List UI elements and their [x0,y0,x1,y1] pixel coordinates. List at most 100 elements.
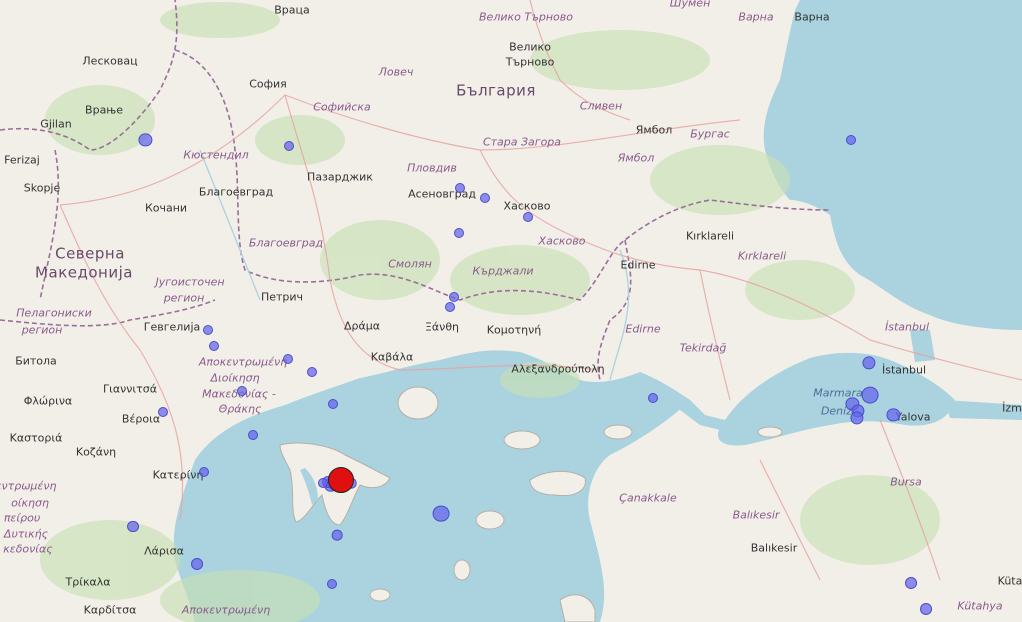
earthquake-marker[interactable] [920,603,933,615]
map-label-region: Kütahya [957,599,1003,613]
earthquake-marker[interactable] [327,398,338,409]
map-label-region: εντρωμένη [0,479,57,493]
earthquake-marker[interactable] [522,211,533,222]
earthquake-marker[interactable] [331,529,343,541]
earthquake-marker[interactable] [326,579,337,590]
earthquake-marker[interactable] [455,183,466,194]
earthquake-marker[interactable] [444,301,455,312]
map-label-region: Пелагониски [16,306,92,320]
map-label-city: Βέροια [121,412,161,426]
earthquake-marker[interactable] [199,466,210,477]
map-label-city: Ямбол [635,123,673,137]
map-label-region: Велико Търново [479,10,573,24]
earthquake-marker[interactable] [237,385,248,396]
map-label-country: Северна [55,244,125,263]
map-label-city: Καστοριά [9,431,63,445]
map-label-city: Лесковац [82,54,138,68]
map-label-region: Ловеч [378,65,414,79]
map-label-region: Сливен [579,99,623,113]
earthquake-marker[interactable] [318,478,329,489]
map-view[interactable]: Враца Велико Търново Шумен Варна Варна Лесков… [0,0,1022,622]
map-label-region: Kırklareli [737,249,787,263]
map-label-city: İstanbul [881,363,927,377]
map-label-region: Αποκεντρωμένη [181,603,271,617]
map-label-city: Κοζάνη [75,445,117,459]
map-label-region: Αποκεντρωμένη [198,355,288,369]
map-label-city: Ferizaj [4,153,40,167]
map-label-country: България [456,81,536,100]
map-label-region: Благоевград [248,236,324,250]
earthquake-marker[interactable] [905,576,918,589]
map-label-region: Хасково [538,234,586,248]
earthquake-marker[interactable] [158,407,169,418]
map-label-city: Враца [274,3,310,17]
map-label-city: Τρίκαλα [65,575,111,589]
map-label-city: Καρδίτσα [83,603,137,617]
earthquake-marker[interactable] [433,505,450,522]
map-label-region: Стара Загора [482,135,562,149]
map-label-region: Кюстендил [183,148,249,162]
map-label-region: Διοίκηση [210,371,260,385]
map-label-city: Търново [505,55,555,69]
map-label-city: Велико [509,40,551,54]
map-label-city: Γιαννιτσά [103,382,157,396]
map-label-region: Tekirdağ [679,341,727,355]
map-label-region: Edirne [625,322,661,336]
earthquake-marker[interactable] [126,520,139,533]
map-label-city: Битола [15,354,57,368]
earthquake-marker[interactable] [449,291,460,302]
map-label-region: Смолян [388,257,432,271]
map-label-city: Пазарджик [307,170,373,184]
map-label-city: Φλώρινα [23,394,73,408]
map-label-city: Κατερίνη [152,468,204,482]
map-label-region: πείρου [3,511,41,525]
map-label-city: Gjilan [40,117,72,131]
map-label-city: Edirne [620,258,656,272]
map-label-region: Варна [738,10,774,24]
map-label-city: Λάρισα [144,544,184,558]
thasos-island [397,386,439,420]
earthquake-marker[interactable] [191,558,203,571]
map-label-city: Ξάνθη [424,320,460,334]
map-label-region: Ямбол [617,151,655,165]
map-label-region: Δυτικής [3,527,49,541]
earthquake-marker[interactable] [454,227,465,238]
map-label-city: Врање [85,103,123,117]
earthquake-marker[interactable] [282,353,293,364]
map-label-city: Καβάλα [370,350,414,364]
map-label-city: Асеновград [408,187,476,201]
earthquake-marker[interactable] [202,324,213,335]
map-label-region: İstanbul [884,320,930,334]
map-label-region: Софийска [313,100,371,114]
earthquake-marker-main[interactable] [328,467,355,494]
earthquake-marker[interactable] [846,135,857,146]
map-label-city: Balıkesir [750,541,798,555]
earthquake-marker[interactable] [247,430,258,441]
earthquake-marker[interactable] [479,193,490,204]
earthquake-marker[interactable] [648,392,659,403]
map-label-city: Хасково [503,199,551,213]
map-label-city: Варна [794,10,830,24]
map-label-region: регион [163,291,205,305]
map-label-region: регион [21,323,63,337]
map-label-region: Пловдив [407,161,457,175]
map-label-city: Αλεξανδρούπολη [511,362,605,376]
earthquake-marker[interactable] [283,141,294,152]
map-label-city: Κομοτηνή [486,323,542,337]
map-label-region: Кърджали [472,264,534,278]
map-label-city: София [249,77,287,91]
map-label-city: Благоевград [198,185,274,199]
earthquake-marker[interactable] [208,340,219,351]
map-label-region: Çanakkale [619,491,677,505]
map-label-region: Θράκης [218,402,262,416]
map-label-region: κεδονίας [3,542,53,556]
earthquake-marker[interactable] [861,386,879,404]
earthquake-marker[interactable] [306,366,317,377]
map-label-city: Δράμα [343,319,381,333]
map-label-city: Гевгелија [143,320,201,334]
map-label-city: Петрич [260,290,304,304]
map-label-city: Küta [997,574,1022,588]
map-label-region: οίκηση [11,496,49,510]
map-label-region: Balıkesir [732,508,780,522]
map-label-city: İzm [1002,401,1022,415]
